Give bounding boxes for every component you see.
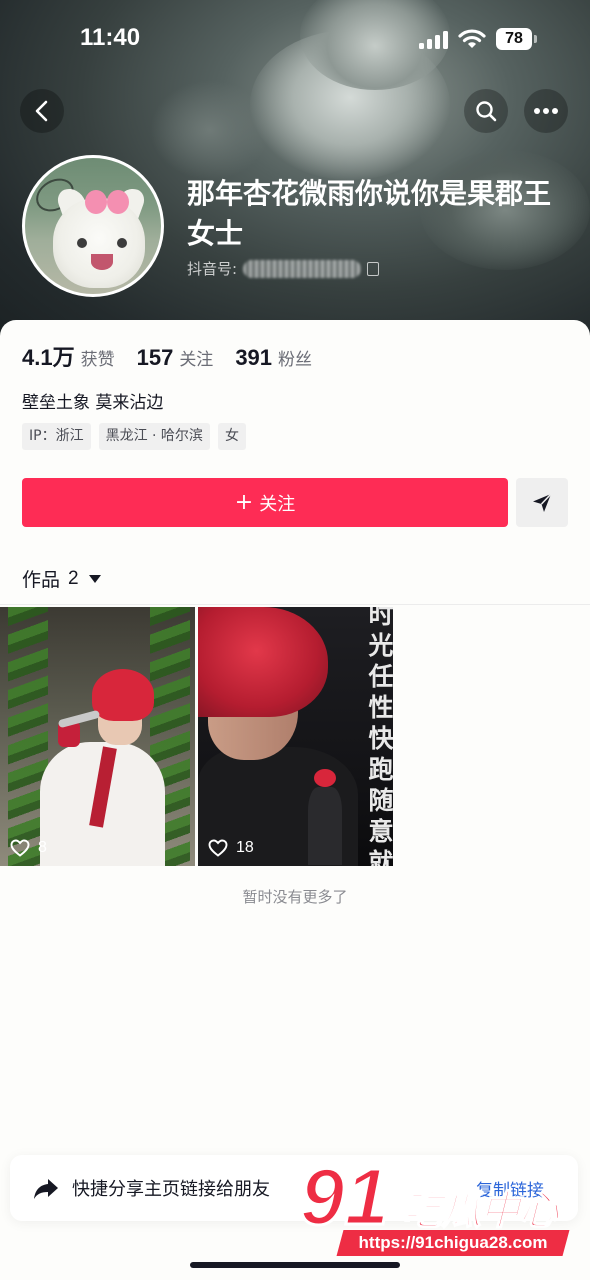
send-icon (533, 492, 552, 512)
watermark-logo-number: 91 (299, 1151, 391, 1243)
stat-following[interactable]: 157 关注 (137, 345, 214, 371)
video-thumbnail[interactable]: 8 (0, 607, 195, 866)
pink-bow (85, 190, 129, 214)
like-count-value: 18 (236, 839, 254, 856)
wifi-icon (458, 29, 486, 48)
chevron-left-icon (35, 100, 48, 122)
heart-icon (10, 839, 30, 857)
share-arrow-icon (34, 1179, 58, 1199)
profile-nickname: 那年杏花微雨你说你是果郡王女士 (187, 177, 552, 250)
stat-likes[interactable]: 4.1万 获赞 (22, 340, 115, 372)
heart-icon (208, 839, 228, 857)
douyin-id-value-blurred (243, 259, 362, 278)
send-message-button[interactable] (516, 478, 568, 527)
more-options-button[interactable] (524, 89, 568, 133)
divider (0, 604, 590, 605)
stat-followers[interactable]: 391 粉丝 (235, 345, 312, 371)
tag-gender: 女 (217, 423, 246, 450)
like-count: 18 (208, 839, 254, 857)
avatar[interactable] (22, 155, 164, 297)
more-dots-icon (534, 108, 558, 114)
video-overlay-text: 时光任性快跑随意就转 (368, 607, 393, 866)
status-bar: 11:40 78 (0, 0, 590, 80)
profile-stats: 4.1万 获赞 157 关注 391 粉丝 (22, 340, 312, 372)
back-button[interactable] (20, 89, 64, 133)
watermark-url: https://91chigua28.com (358, 1233, 548, 1252)
works-tab-label: 作品 (22, 569, 61, 591)
stat-value: 4.1万 (22, 345, 75, 370)
like-count-value: 8 (38, 839, 47, 856)
search-icon (476, 101, 497, 122)
douyin-id-label: 抖音号: (187, 260, 238, 278)
tab-works[interactable]: 作品 2 (22, 565, 101, 592)
stat-value: 157 (136, 345, 174, 370)
tag-city: 黑龙江 · 哈尔滨 (98, 423, 210, 450)
status-time: 11:40 (80, 24, 141, 51)
search-button[interactable] (464, 89, 508, 133)
end-of-list-text: 暂时没有更多了 (242, 888, 348, 906)
douyin-id[interactable]: 抖音号: (187, 258, 380, 279)
tag-ip-location: IP：浙江 (22, 423, 91, 450)
home-indicator[interactable] (190, 1262, 400, 1268)
stat-label: 关注 (179, 350, 214, 370)
site-watermark: 91 吃瓜中心 https://91chigua28.com (299, 1151, 586, 1262)
watermark-url-banner: https://91chigua28.com (336, 1230, 570, 1256)
caret-down-icon (88, 574, 101, 583)
stat-label: 粉丝 (278, 350, 313, 370)
follow-button-label: 关注 (259, 493, 296, 515)
follow-button[interactable]: + 关注 (22, 478, 508, 527)
like-count: 8 (10, 839, 47, 857)
plus-icon: + (234, 489, 254, 515)
copy-icon[interactable] (367, 261, 380, 276)
video-thumbnail[interactable]: 时光任性快跑随意就转 18 (198, 607, 393, 866)
battery-icon: 78 (496, 28, 538, 50)
stat-label: 获赞 (80, 350, 115, 370)
works-count: 2 (68, 567, 79, 589)
stat-value: 391 (235, 345, 273, 370)
profile-bio: 壁垒土象 莫来沾边 (22, 393, 164, 413)
profile-tags: IP：浙江 黑龙江 · 哈尔滨 女 (22, 423, 246, 450)
performer (308, 769, 342, 866)
watermark-logo-name: 吃瓜中心 (401, 1187, 560, 1235)
share-label: 快捷分享主页链接给朋友 (72, 1179, 270, 1200)
battery-level: 78 (496, 28, 532, 50)
cellular-signal-icon (419, 31, 448, 49)
